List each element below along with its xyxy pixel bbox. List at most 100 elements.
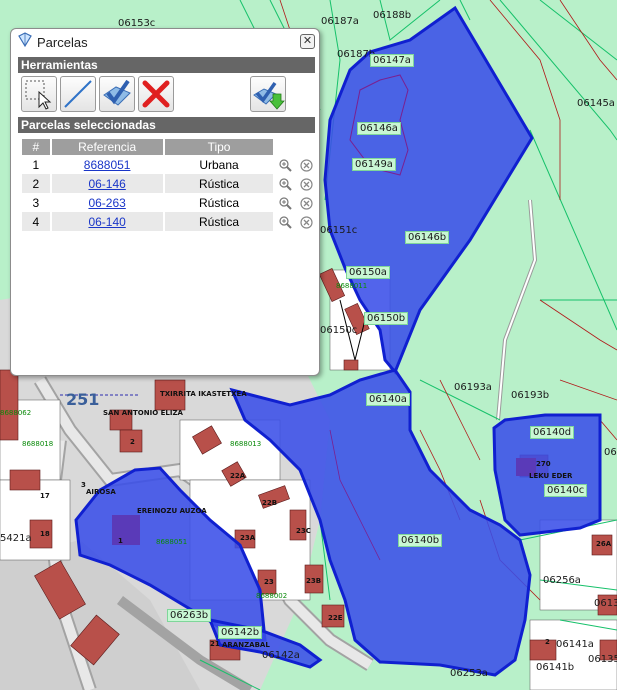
- map-label: 06140c: [544, 484, 588, 497]
- reference-link[interactable]: 06-146: [88, 177, 125, 191]
- map-label: 06188b: [373, 10, 412, 21]
- parcels-table: # Referencia Tipo 1 8688051 Urbana 2 06-…: [22, 139, 319, 231]
- column-reference[interactable]: Referencia: [50, 139, 165, 155]
- map-label: 06141a: [556, 639, 594, 650]
- house-number: 270: [536, 460, 551, 468]
- parcel-code: 8688018: [22, 440, 54, 448]
- map-label: 06135: [588, 654, 617, 665]
- map-label: 06146b: [405, 231, 450, 244]
- tools-header: Herramientas: [18, 57, 315, 73]
- remove-icon[interactable]: [300, 216, 313, 229]
- remove-icon[interactable]: [300, 178, 313, 191]
- parcel-code: 8688013: [230, 440, 262, 448]
- house-number: 3: [81, 481, 86, 489]
- house-number: 23: [264, 578, 274, 586]
- map-label: 06146a: [357, 122, 401, 135]
- select-tool-button[interactable]: [21, 76, 57, 112]
- panel-title: Parcelas: [37, 34, 88, 50]
- row-number: 2: [22, 174, 52, 193]
- building-label: EREINOZU AUZOA: [137, 507, 207, 515]
- column-type[interactable]: Tipo: [163, 139, 276, 155]
- map-label: 06132: [594, 598, 617, 609]
- reference-link[interactable]: 8688051: [84, 158, 131, 172]
- select-rectangle-icon: [25, 80, 52, 110]
- map-label: 06: [604, 447, 617, 458]
- map-label: 5421a: [0, 533, 32, 544]
- delete-x-icon: [142, 80, 170, 108]
- column-actions: [274, 139, 319, 155]
- row-type: Rústica: [163, 193, 276, 212]
- map-label: 06147a: [370, 54, 414, 67]
- reference-link[interactable]: 06-140: [88, 215, 125, 229]
- close-button[interactable]: ✕: [300, 34, 315, 49]
- map-label: 06140d: [530, 426, 575, 439]
- selected-parcels-header: Parcelas seleccionadas: [18, 117, 315, 133]
- confirm-tool-button[interactable]: [99, 76, 135, 112]
- building-label: SAN ANTONIO ELIZA: [103, 409, 183, 417]
- table-row: 3 06-263 Rústica: [22, 193, 319, 212]
- remove-icon[interactable]: [300, 159, 313, 172]
- house-number: 22A: [230, 472, 246, 480]
- column-number[interactable]: #: [22, 139, 52, 155]
- building-label: ARANZABAL: [222, 641, 270, 649]
- house-number: 2: [545, 638, 550, 646]
- map-label: 06142b: [218, 626, 263, 639]
- parcel-code: 8688002: [256, 592, 288, 600]
- map-label: 06193b: [511, 390, 550, 401]
- map-label: 06150c: [320, 325, 358, 336]
- zoom-icon[interactable]: [279, 216, 293, 229]
- export-tool-button[interactable]: [250, 76, 286, 112]
- zoom-icon[interactable]: [279, 159, 293, 172]
- map-label: 06263b: [167, 609, 212, 622]
- map-label: 06141b: [536, 662, 575, 673]
- house-number: 22B: [262, 499, 278, 507]
- church-building: [112, 515, 140, 545]
- toolbar: [18, 73, 315, 115]
- map-label: 06256a: [543, 575, 581, 586]
- map-label: 06142a: [262, 650, 300, 661]
- panel-header[interactable]: Parcelas ✕: [11, 29, 319, 55]
- house-number: 21: [210, 640, 220, 648]
- table-row: 4 06-140 Rústica: [22, 212, 319, 231]
- map-label: 251: [66, 390, 100, 409]
- parcel-code: 8688062: [0, 409, 32, 417]
- export-arrow-icon: [253, 81, 285, 110]
- table-row: 1 8688051 Urbana: [22, 155, 319, 174]
- map-label: 06253a: [450, 668, 488, 679]
- row-number: 3: [22, 193, 52, 212]
- house-number: 17: [40, 492, 50, 500]
- delete-tool-button[interactable]: [138, 76, 174, 112]
- map-label: 06187a: [321, 16, 359, 27]
- map-label: 06145a: [577, 98, 615, 109]
- row-number: 4: [22, 212, 52, 231]
- parcel-code: 8688011: [336, 282, 368, 290]
- zoom-icon[interactable]: [279, 178, 293, 191]
- map-label: 06150a: [346, 266, 390, 279]
- table-row: 2 06-146 Rústica: [22, 174, 319, 193]
- row-type: Rústica: [163, 174, 276, 193]
- house-number: 23A: [240, 534, 256, 542]
- row-type: Urbana: [163, 155, 276, 174]
- house-number: 1: [118, 537, 123, 545]
- parcel-icon: [17, 32, 33, 52]
- zoom-icon[interactable]: [279, 197, 293, 210]
- row-type: Rústica: [163, 212, 276, 231]
- house-number: 23B: [306, 577, 322, 585]
- draw-line-tool-button[interactable]: [60, 76, 96, 112]
- table-header-row: # Referencia Tipo: [22, 139, 319, 155]
- confirm-check-icon: [103, 79, 131, 106]
- remove-icon[interactable]: [300, 197, 313, 210]
- house-number: 22E: [328, 614, 343, 622]
- map-label: 06149a: [352, 158, 396, 171]
- parcel-code: 8688051: [156, 538, 188, 546]
- building-label: TXIRRITA IKASTETXEA: [160, 390, 247, 398]
- map-label: 06151c: [320, 225, 358, 236]
- reference-link[interactable]: 06-263: [88, 196, 125, 210]
- parcels-panel: Parcelas ✕ Herramientas Parcelas selecci…: [10, 28, 320, 376]
- house-number: 26A: [596, 540, 612, 548]
- map-label: 06140a: [366, 393, 410, 406]
- house-number: 23C: [296, 527, 311, 535]
- map-label: 06150b: [364, 312, 409, 325]
- house-number: 2: [130, 438, 135, 446]
- line-icon: [64, 80, 92, 108]
